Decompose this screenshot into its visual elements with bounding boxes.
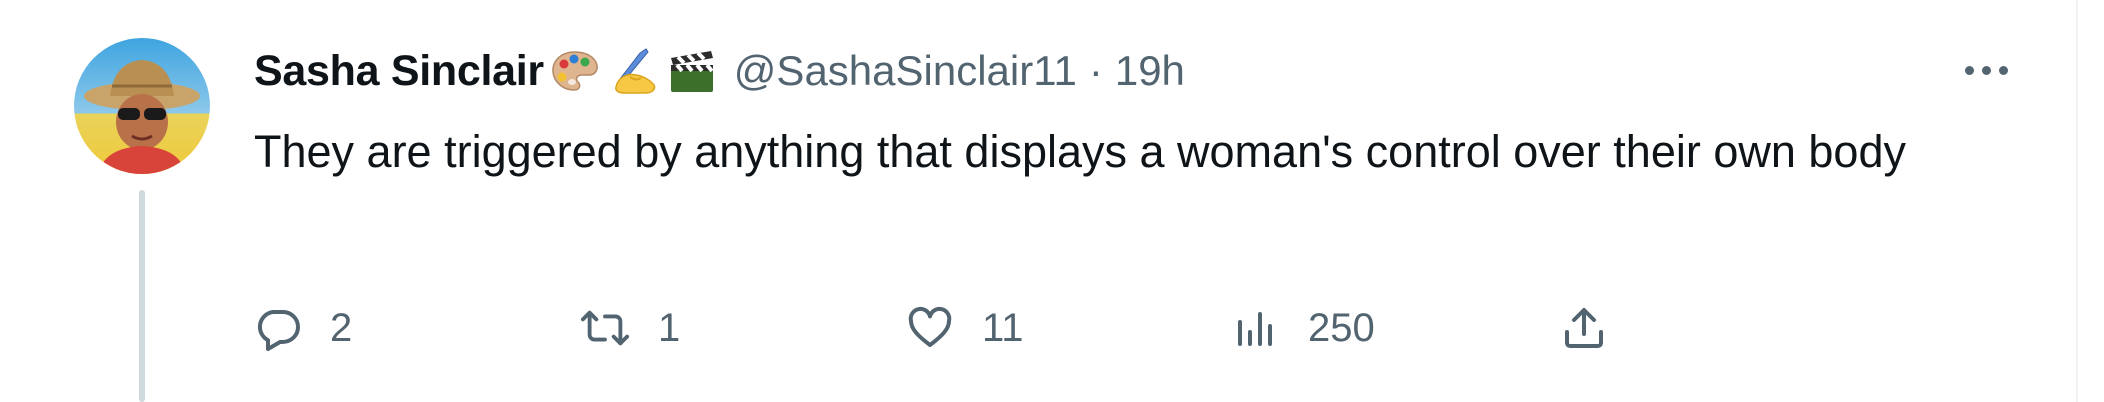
avatar-image xyxy=(74,38,210,174)
retweet-icon xyxy=(580,304,630,352)
retweet-count: 1 xyxy=(658,305,681,350)
tweet-card[interactable]: Sasha Sinclair @SashaSinclair11 · 19h Th… xyxy=(0,0,2078,402)
share-icon xyxy=(1560,304,1608,352)
heart-icon xyxy=(906,304,954,352)
thread-line xyxy=(139,190,145,402)
like-count: 11 xyxy=(982,305,1024,350)
tweet-header: Sasha Sinclair @SashaSinclair11 · 19h xyxy=(254,38,2006,104)
views-button[interactable]: 250 xyxy=(1232,296,1375,360)
analytics-icon xyxy=(1232,304,1280,352)
tweet-text: They are triggered by anything that disp… xyxy=(254,126,1906,177)
retweet-button[interactable]: 1 xyxy=(580,296,680,360)
author-handle[interactable]: @SashaSinclair11 xyxy=(734,47,1077,95)
reply-icon xyxy=(254,304,302,352)
author-name[interactable]: Sasha Sinclair xyxy=(254,47,544,96)
share-button[interactable] xyxy=(1560,296,1608,360)
separator-dot: · xyxy=(1088,47,1103,94)
more-options-icon[interactable] xyxy=(1956,48,2016,92)
views-count: 250 xyxy=(1308,305,1375,350)
timestamp[interactable]: 19h xyxy=(1115,47,1185,95)
like-button[interactable]: 11 xyxy=(906,296,1024,360)
clapper-board-icon xyxy=(668,48,716,94)
reply-count: 2 xyxy=(330,305,353,350)
action-bar: 2 1 11 250 xyxy=(254,296,1754,360)
reply-button[interactable]: 2 xyxy=(254,296,352,360)
palette-icon xyxy=(550,49,600,93)
writing-hand-icon xyxy=(610,47,658,95)
avatar[interactable] xyxy=(74,38,210,174)
